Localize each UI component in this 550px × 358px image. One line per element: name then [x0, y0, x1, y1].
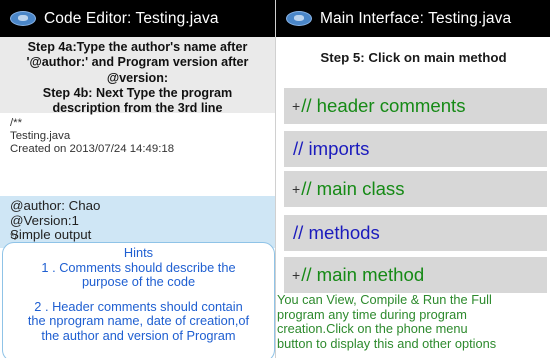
- hint-line: purpose of the code: [81, 274, 196, 290]
- instruction-line: Step 4b: Next Type the program: [42, 85, 233, 100]
- hints-box: Hints 1 . Comments should describe the p…: [2, 242, 275, 358]
- hint-line: 1 . Comments should describe the: [41, 259, 236, 275]
- footer-info-text: You can View, Compile & Run the Full pro…: [276, 292, 550, 351]
- footer-line: program any time during program: [277, 306, 467, 322]
- section-label: // header comments: [301, 95, 466, 116]
- section-imports[interactable]: // imports: [284, 131, 547, 167]
- expand-icon: +: [292, 98, 301, 114]
- section-methods[interactable]: // methods: [284, 215, 547, 251]
- code-line-author: @author: Chao: [10, 198, 101, 213]
- section-main-method[interactable]: + // main method: [284, 257, 547, 293]
- code-line: /**: [10, 117, 23, 129]
- hint-line: 2 . Header comments should contain: [34, 298, 243, 314]
- code-editor-title: Code Editor: Testing.java: [44, 9, 219, 27]
- instruction-line: Step 4a:Type the author's name after: [27, 40, 248, 54]
- code-line: Created on 2013/07/24 14:49:18: [10, 143, 175, 156]
- section-label: // main class: [301, 178, 405, 199]
- instruction-line: '@author:' and Program version after: [26, 55, 249, 70]
- hint-line: the nprogram name, date of creation,of: [27, 313, 250, 329]
- footer-line: button to display this and other options: [277, 335, 497, 351]
- section-label: // imports: [293, 138, 370, 159]
- section-label: // methods: [293, 222, 380, 243]
- code-editor-panel: Code Editor: Testing.java Step 4a:Type t…: [0, 0, 275, 358]
- app-logo-icon: [10, 11, 36, 26]
- main-interface-panel: Main Interface: Testing.java Step 5: Cli…: [275, 0, 550, 358]
- section-main-class[interactable]: + // main class: [284, 171, 547, 207]
- section-header-comments[interactable]: + // header comments: [284, 88, 547, 124]
- section-label: // main method: [301, 264, 425, 285]
- code-line: Testing.java: [10, 130, 71, 143]
- expand-icon: +: [292, 181, 301, 197]
- hint-line: the author and version of Program: [41, 327, 236, 343]
- footer-line: You can View, Compile & Run the Full: [277, 292, 492, 307]
- code-editor-text-area[interactable]: /** Testing.java Created on 2013/07/24 1…: [0, 114, 275, 196]
- app-logo-icon: [286, 11, 312, 26]
- main-interface-title: Main Interface: Testing.java: [320, 9, 512, 27]
- step-instruction: Step 5: Click on main method: [320, 50, 507, 65]
- code-editor-titlebar: Code Editor: Testing.java: [0, 0, 275, 37]
- footer-line: creation.Click on the phone menu: [277, 321, 468, 336]
- hints-title: Hints: [123, 245, 154, 260]
- instruction-line: @version:: [106, 70, 169, 85]
- main-interface-titlebar: Main Interface: Testing.java: [276, 0, 550, 37]
- expand-icon: +: [292, 267, 301, 283]
- instruction-box: Step 4a:Type the author's name after '@a…: [0, 37, 275, 115]
